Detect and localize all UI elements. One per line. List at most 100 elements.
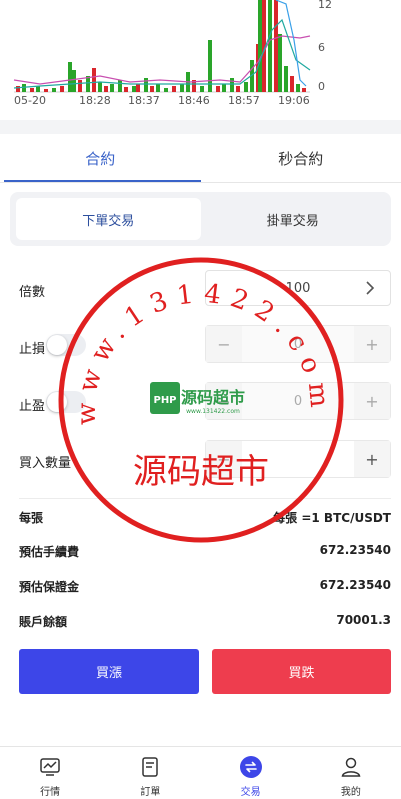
volume-bar	[22, 84, 26, 92]
nav-item-market[interactable]: 行情	[0, 747, 100, 799]
x-tick-label: 19:06	[278, 94, 310, 107]
volume-bar	[290, 76, 294, 92]
nav-item-orders[interactable]: 訂單	[100, 747, 200, 799]
logo-badge-text: PHP	[153, 395, 176, 406]
volume-bar	[60, 86, 64, 92]
stop-loss-toggle[interactable]	[46, 334, 86, 356]
nav-item-label: 我的	[340, 787, 361, 798]
volume-bar	[156, 84, 160, 92]
take-profit-minus-button[interactable]: −	[206, 383, 242, 419]
buy-quantity-label: 買入數量	[19, 456, 72, 471]
volume-bar	[144, 78, 148, 92]
nav-item-label: 交易	[240, 787, 261, 798]
volume-bar	[216, 86, 220, 92]
volume-bar	[72, 70, 76, 92]
volume-bar	[274, 0, 278, 92]
tab-contract[interactable]: 合約	[0, 134, 201, 182]
volume-bar	[110, 84, 114, 92]
volume-bar	[132, 86, 136, 92]
order-type-tabs: 下單交易 掛單交易	[10, 192, 391, 246]
x-tick-label: 18:37	[128, 94, 160, 107]
stop-loss-label: 止損	[19, 342, 46, 357]
volume-bar	[150, 86, 154, 92]
volume-bar	[136, 84, 140, 92]
stop-loss-minus-button[interactable]: −	[206, 326, 242, 362]
volume-bar	[302, 88, 306, 92]
tab-limit-order[interactable]: 掛單交易	[201, 198, 386, 240]
x-tick-label: 05-20	[14, 94, 46, 107]
section-divider	[0, 120, 401, 134]
volume-bar	[98, 82, 102, 92]
volume-bar	[68, 62, 72, 92]
volume-bar	[164, 88, 168, 92]
logo-badge-icon	[150, 382, 180, 414]
estimated-fee-label: 預估手續費	[19, 545, 80, 559]
volume-bar	[284, 66, 288, 92]
nav-item-label: 訂單	[140, 787, 161, 798]
buy-short-button[interactable]: 買跌	[212, 649, 391, 694]
estimated-margin-value: 672.23540	[319, 578, 391, 592]
volume-bar	[44, 89, 48, 92]
candlestick-chart-svg: 12 6 0 05-20 18:28 18:37 18:46 18:57 19:…	[13, 0, 332, 107]
take-profit-toggle[interactable]	[46, 391, 86, 413]
volume-bar	[258, 0, 262, 92]
volume-bar	[16, 86, 20, 92]
account-balance-label: 賬戶餘額	[19, 615, 68, 629]
volume-bar	[30, 88, 34, 92]
buy-quantity-plus-button[interactable]: +	[354, 441, 390, 477]
info-divider	[19, 498, 391, 499]
volume-bar	[230, 78, 234, 92]
x-tick-label: 18:46	[178, 94, 210, 107]
y-tick-label: 12	[318, 0, 332, 11]
nav-item-label: 行情	[40, 787, 61, 798]
volume-bar	[104, 86, 108, 92]
tab-divider	[0, 182, 401, 183]
y-tick-label: 6	[318, 41, 325, 54]
estimated-margin-label: 預估保證金	[19, 580, 80, 594]
tab-second-contract[interactable]: 秒合約	[201, 134, 401, 182]
volume-bar	[180, 84, 184, 92]
trade-icon	[239, 756, 262, 778]
per-contract-label: 每張	[19, 511, 44, 525]
buy-quantity-stepper[interactable]: − +	[205, 440, 391, 478]
volume-bar	[118, 80, 122, 92]
price-chart: 12 6 0 05-20 18:28 18:37 18:46 18:57 19:…	[0, 0, 401, 120]
orders-icon	[142, 757, 159, 777]
y-tick-label: 0	[318, 80, 325, 93]
volume-bar	[244, 82, 248, 92]
volume-bar	[222, 84, 226, 92]
volume-bar	[86, 76, 90, 92]
take-profit-plus-button[interactable]: +	[354, 383, 390, 419]
volume-bar	[172, 86, 176, 92]
volume-bar	[296, 84, 300, 92]
volume-bar	[236, 86, 240, 92]
buy-quantity-minus-button[interactable]: −	[206, 441, 242, 477]
take-profit-value[interactable]: 0	[242, 383, 354, 419]
volume-bar	[278, 34, 282, 92]
account-balance-value: 70001.3	[336, 613, 391, 627]
volume-bar	[92, 68, 96, 92]
nav-item-trade[interactable]: 交易	[201, 747, 301, 799]
volume-bar	[36, 86, 40, 92]
estimated-fee-value: 672.23540	[319, 543, 391, 557]
tab-market-order[interactable]: 下單交易	[16, 198, 201, 240]
contract-type-tabs: 合約 秒合約	[0, 134, 401, 182]
per-contract-value: 每張 =1 BTC/USDT	[273, 511, 391, 525]
take-profit-stepper[interactable]: − 0 +	[205, 382, 391, 420]
toggle-knob	[47, 392, 67, 412]
profile-icon	[341, 757, 361, 777]
nav-item-profile[interactable]: 我的	[301, 747, 401, 799]
x-tick-label: 18:28	[79, 94, 111, 107]
take-profit-label: 止盈	[19, 399, 46, 414]
stop-loss-value[interactable]: 0	[242, 326, 354, 362]
multiplier-label: 倍數	[19, 285, 46, 300]
volume-bar	[200, 86, 204, 92]
multiplier-select[interactable]: 100	[205, 270, 391, 306]
x-tick-label: 18:57	[228, 94, 260, 107]
stop-loss-plus-button[interactable]: +	[354, 326, 390, 362]
stop-loss-stepper[interactable]: − 0 +	[205, 325, 391, 363]
bottom-navigation: 行情 訂單 交易 我的	[0, 746, 401, 799]
buy-quantity-input[interactable]	[242, 441, 354, 477]
volume-bar	[124, 87, 128, 92]
buy-long-button[interactable]: 買漲	[19, 649, 199, 694]
